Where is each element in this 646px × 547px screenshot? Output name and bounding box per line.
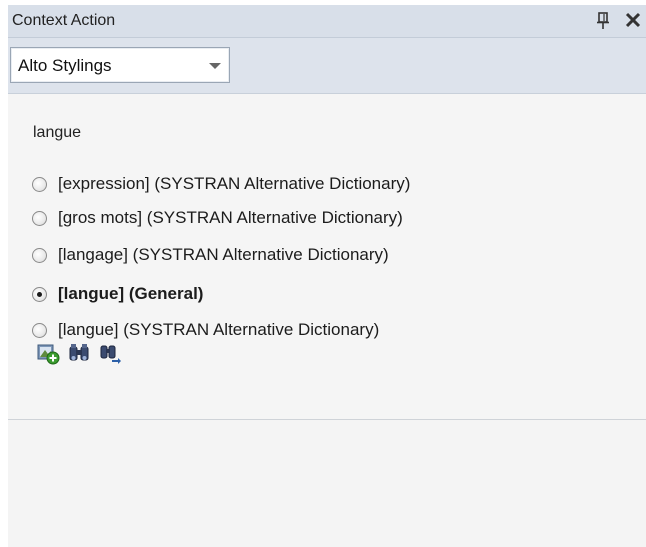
styling-dropdown[interactable]: Alto Stylings xyxy=(10,47,230,83)
context-action-panel: Context Action Alto Stylings langue [exp… xyxy=(0,0,646,547)
find-next-icon[interactable] xyxy=(98,341,122,365)
panel-title: Context Action xyxy=(12,12,116,29)
styling-dropdown-value: Alto Stylings xyxy=(18,56,112,75)
panel-content: langue [expression] (SYSTRAN Alternative… xyxy=(8,94,646,419)
option-radio[interactable] xyxy=(32,210,47,226)
option-langage[interactable]: [langage] (SYSTRAN Alternative Dictionar… xyxy=(32,243,389,267)
add-dictionary-icon[interactable] xyxy=(36,341,60,365)
source-term-heading: langue xyxy=(33,124,82,141)
chevron-down-icon xyxy=(209,63,221,69)
option-label: [expression] (SYSTRAN Alternative Dictio… xyxy=(58,174,411,193)
option-radio-selected[interactable] xyxy=(32,286,47,302)
empty-area xyxy=(8,420,646,547)
panel-titlebar: Context Action xyxy=(8,5,646,38)
option-label: [gros mots] (SYSTRAN Alternative Diction… xyxy=(58,208,403,227)
option-langue-general[interactable]: [langue] (General) xyxy=(32,282,203,306)
option-label: [langue] (General) xyxy=(58,284,204,303)
pin-icon[interactable] xyxy=(596,12,610,30)
option-label: [langue] (SYSTRAN Alternative Dictionary… xyxy=(58,320,380,339)
option-langue-systran[interactable]: [langue] (SYSTRAN Alternative Dictionary… xyxy=(32,318,379,342)
option-label: [langage] (SYSTRAN Alternative Dictionar… xyxy=(58,245,389,264)
option-radio[interactable] xyxy=(32,176,47,192)
panel-toolbar: Alto Stylings xyxy=(8,38,646,94)
option-radio[interactable] xyxy=(32,247,47,263)
action-toolbar xyxy=(36,340,129,366)
option-gros-mots[interactable]: [gros mots] (SYSTRAN Alternative Diction… xyxy=(32,206,403,230)
option-radio[interactable] xyxy=(32,322,47,338)
option-expression[interactable]: [expression] (SYSTRAN Alternative Dictio… xyxy=(32,172,410,196)
close-icon[interactable] xyxy=(624,10,642,30)
binoculars-search-icon[interactable] xyxy=(67,341,91,365)
